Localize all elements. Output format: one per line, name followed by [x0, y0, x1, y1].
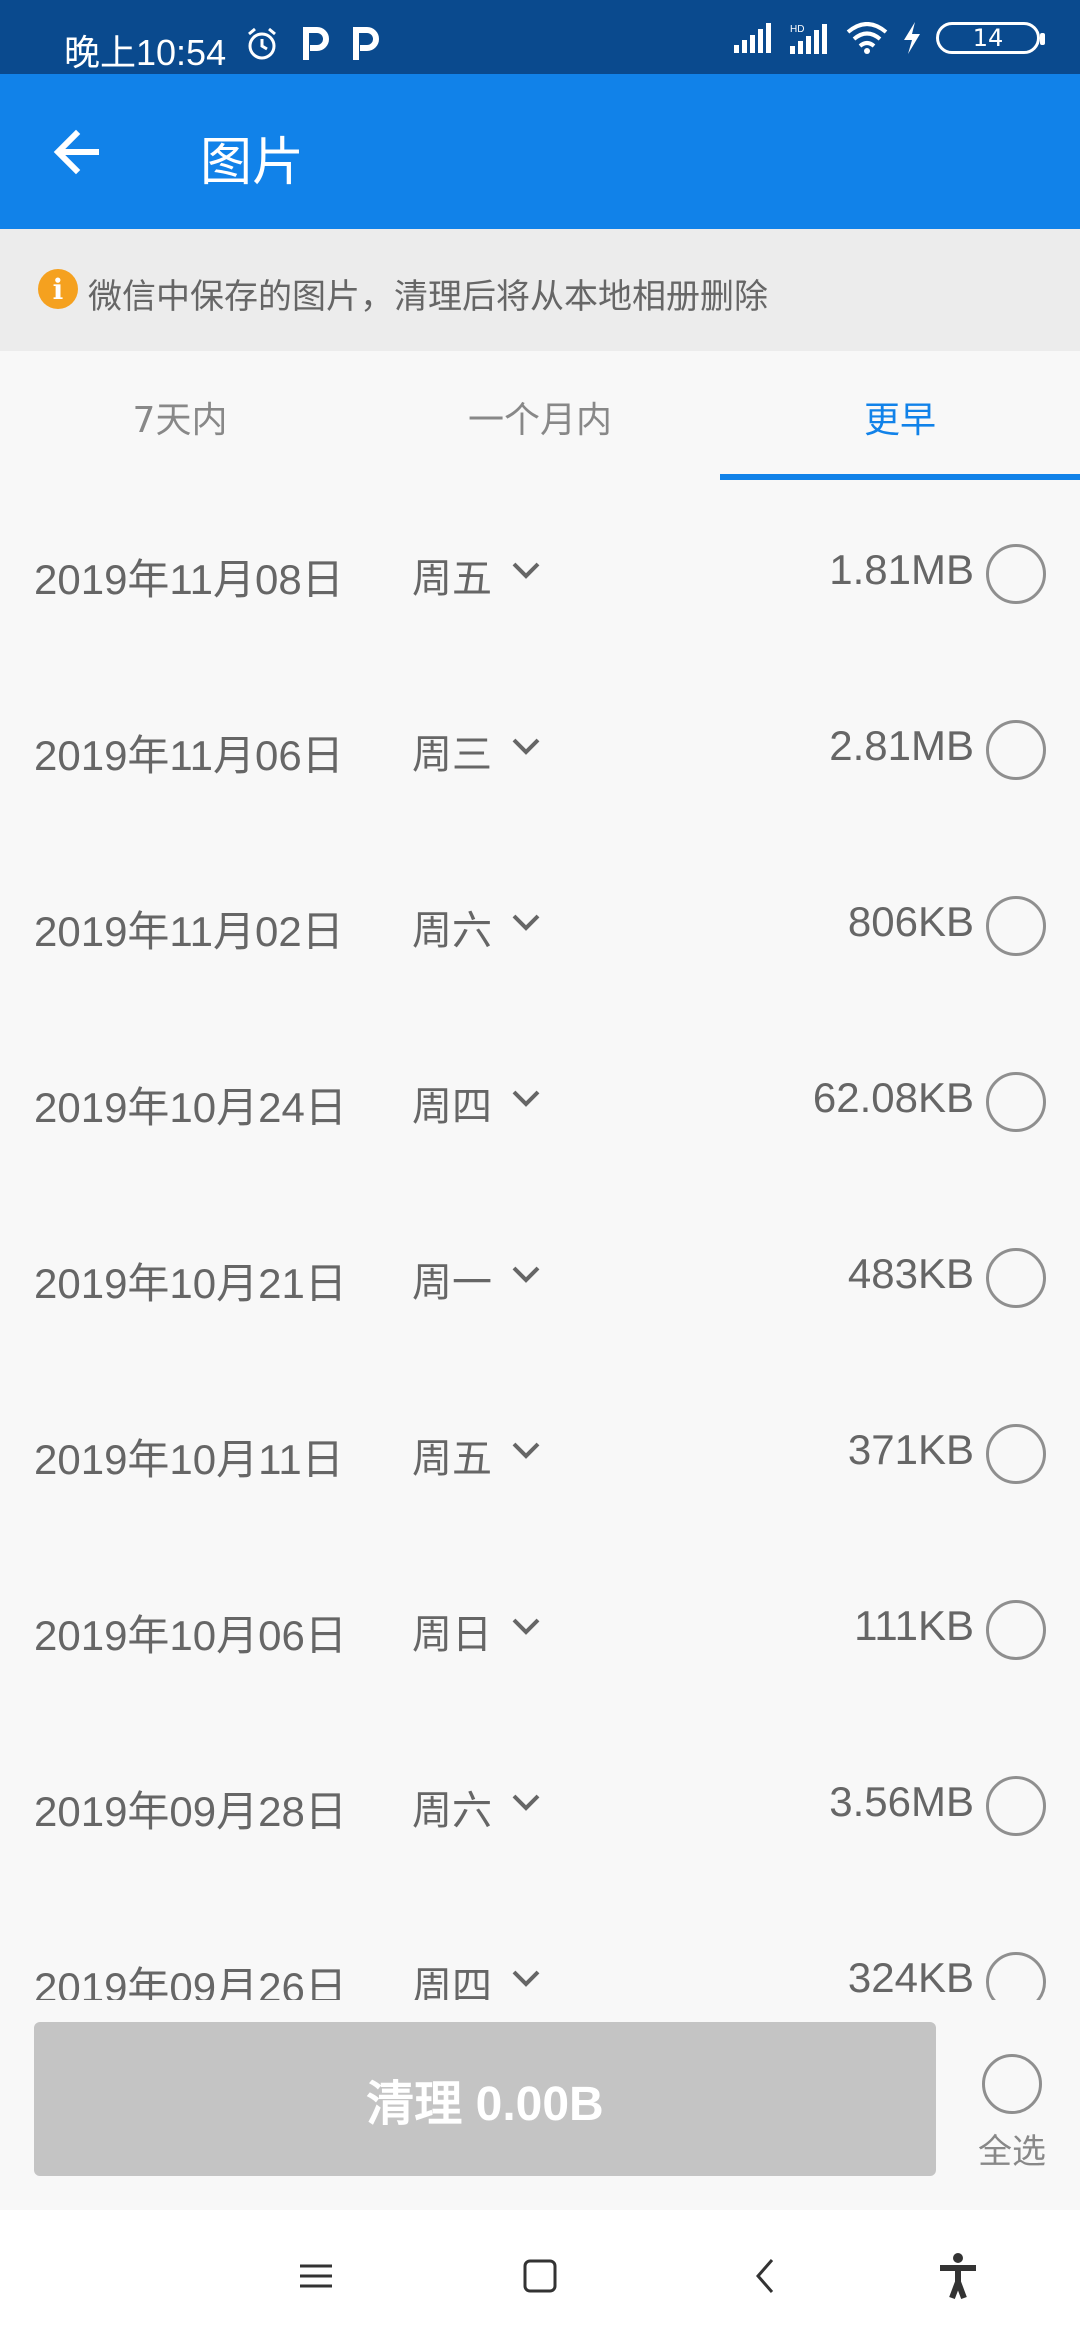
- group-weekday: 周一: [412, 1260, 492, 1306]
- notice-banner: i 微信中保存的图片，清理后将从本地相册删除: [0, 229, 1080, 351]
- group-size: 1.81MB: [829, 546, 974, 593]
- status-left-icons: [244, 26, 380, 62]
- row-checkbox[interactable]: [986, 1072, 1046, 1132]
- list-item[interactable]: 2019年10月24日 周四 62.08KB: [0, 1016, 1080, 1192]
- group-size: 324KB: [847, 1954, 974, 2000]
- status-time: 晚上10:54: [64, 32, 227, 73]
- accessibility-icon[interactable]: [930, 2248, 986, 2304]
- page-title: 图片: [200, 133, 305, 193]
- hd-signal-icon: HD: [790, 24, 827, 54]
- list-item[interactable]: 2019年10月06日 周日 111KB: [0, 1544, 1080, 1720]
- chevron-down-icon[interactable]: [508, 1784, 544, 1820]
- row-checkbox[interactable]: [986, 1776, 1046, 1836]
- select-all-checkbox[interactable]: [982, 2054, 1042, 2114]
- home-icon[interactable]: [512, 2248, 568, 2304]
- info-icon: i: [38, 269, 78, 309]
- wifi-icon: [846, 22, 888, 54]
- notice-text: 微信中保存的图片，清理后将从本地相册删除: [88, 277, 768, 317]
- group-date: 2019年09月28日: [34, 1788, 347, 1835]
- chevron-down-icon[interactable]: [508, 1256, 544, 1292]
- battery-icon: 14: [936, 22, 1045, 54]
- charging-icon: [904, 22, 920, 54]
- tab-7-days[interactable]: 7天内: [0, 351, 360, 482]
- select-all-label: 全选: [978, 2132, 1046, 2172]
- group-size: 111KB: [854, 1602, 974, 1649]
- clean-button[interactable]: 清理 0.00B: [34, 2022, 936, 2176]
- list-item[interactable]: 2019年11月08日 周五 1.81MB: [0, 488, 1080, 664]
- group-date: 2019年10月21日: [34, 1260, 347, 1307]
- date-group-list[interactable]: 2019年11月08日 周五 1.81MB 2019年11月06日 周三 2.81MB 20…: [0, 488, 1080, 2000]
- tab-earlier[interactable]: 更早: [720, 351, 1080, 482]
- list-item[interactable]: 2019年10月21日 周一 483KB: [0, 1192, 1080, 1368]
- app-bar: 图片: [0, 74, 1080, 229]
- group-size: 806KB: [847, 898, 974, 945]
- group-weekday: 周五: [412, 1436, 492, 1482]
- tab-bar: 7天内 一个月内 更早: [0, 351, 1080, 482]
- chevron-down-icon[interactable]: [508, 1960, 544, 1996]
- group-date: 2019年11月02日: [34, 908, 344, 955]
- group-size: 3.56MB: [829, 1778, 974, 1825]
- group-size: 371KB: [847, 1426, 974, 1473]
- row-checkbox[interactable]: [986, 1248, 1046, 1308]
- select-all-toggle[interactable]: 全选: [974, 2054, 1050, 2173]
- list-item[interactable]: 2019年09月26日 周四 324KB: [0, 1896, 1080, 2000]
- group-weekday: 周四: [412, 1084, 492, 1130]
- group-size: 483KB: [847, 1250, 974, 1297]
- group-size: 2.81MB: [829, 722, 974, 769]
- group-weekday: 周四: [412, 1964, 492, 2000]
- back-icon[interactable]: [738, 2248, 794, 2304]
- group-weekday: 周日: [412, 1612, 492, 1658]
- tab-one-month[interactable]: 一个月内: [360, 351, 720, 482]
- group-date: 2019年10月24日: [34, 1084, 347, 1131]
- chevron-down-icon[interactable]: [508, 552, 544, 588]
- alarm-icon: [248, 27, 276, 60]
- bottom-action-bar: 清理 0.00B 全选: [0, 2000, 1080, 2210]
- system-nav-bar: [0, 2210, 1080, 2340]
- group-date: 2019年10月11日: [34, 1436, 344, 1483]
- battery-level: 14: [972, 24, 1004, 52]
- chevron-down-icon[interactable]: [508, 1608, 544, 1644]
- menu-icon[interactable]: [288, 2248, 344, 2304]
- status-bar: 晚上10:54 HD 14: [0, 0, 1080, 74]
- group-weekday: 周三: [412, 732, 492, 778]
- chevron-down-icon[interactable]: [508, 904, 544, 940]
- status-right-icons: HD 14: [734, 22, 1045, 54]
- row-checkbox[interactable]: [986, 544, 1046, 604]
- list-item[interactable]: 2019年11月02日 周六 806KB: [0, 840, 1080, 1016]
- group-date: 2019年11月06日: [34, 732, 344, 779]
- group-weekday: 周六: [412, 908, 492, 954]
- tab-indicator: [720, 474, 1080, 480]
- group-size: 62.08KB: [812, 1074, 974, 1121]
- chevron-down-icon[interactable]: [508, 1080, 544, 1116]
- row-checkbox[interactable]: [986, 1952, 1046, 2000]
- chevron-down-icon[interactable]: [508, 1432, 544, 1468]
- group-weekday: 周六: [412, 1788, 492, 1834]
- row-checkbox[interactable]: [986, 1424, 1046, 1484]
- group-date: 2019年11月08日: [34, 556, 344, 603]
- group-weekday: 周五: [412, 556, 492, 602]
- group-date: 2019年09月26日: [34, 1964, 347, 2000]
- row-checkbox[interactable]: [986, 896, 1046, 956]
- p-app-icon: [353, 27, 379, 60]
- list-item[interactable]: 2019年10月11日 周五 371KB: [0, 1368, 1080, 1544]
- signal-icon: [734, 23, 771, 53]
- row-checkbox[interactable]: [986, 1600, 1046, 1660]
- arrow-left-icon[interactable]: [46, 120, 110, 184]
- chevron-down-icon[interactable]: [508, 728, 544, 764]
- group-date: 2019年10月06日: [34, 1612, 347, 1659]
- p-app-icon: [303, 27, 329, 60]
- list-item[interactable]: 2019年11月06日 周三 2.81MB: [0, 664, 1080, 840]
- svg-text:HD: HD: [790, 24, 804, 35]
- row-checkbox[interactable]: [986, 720, 1046, 780]
- list-item[interactable]: 2019年09月28日 周六 3.56MB: [0, 1720, 1080, 1896]
